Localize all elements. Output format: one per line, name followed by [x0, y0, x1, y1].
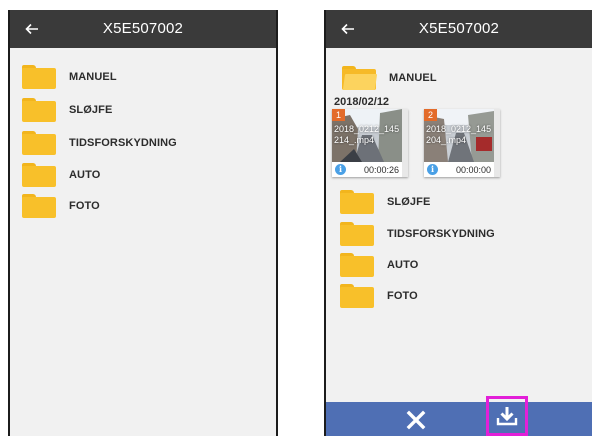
device-title: X5E507002: [418, 20, 500, 37]
download-button[interactable]: [486, 396, 528, 436]
folder-item-slojfe[interactable]: SLØJFE: [22, 97, 112, 123]
info-icon[interactable]: i: [335, 164, 346, 175]
right-screen: X5E507002 MANUEL 2018/02/12 1 2018_0212_…: [324, 10, 592, 436]
folder-label: AUTO: [387, 259, 419, 271]
folder-label: MANUEL: [389, 72, 437, 84]
folder-label: TIDSFORSKYDNING: [387, 228, 495, 240]
folder-icon: [22, 65, 56, 89]
folder-icon: [22, 163, 56, 187]
info-icon[interactable]: i: [427, 164, 438, 175]
close-icon: [406, 410, 426, 430]
folder-item-tidsforskydning[interactable]: TIDSFORSKYDNING: [22, 130, 177, 156]
bottom-action-bar: [326, 396, 592, 436]
folder-item-manuel[interactable]: MANUEL: [22, 64, 117, 90]
thumbnail-edge: [402, 109, 408, 177]
folder-icon: [22, 98, 56, 122]
folder-label: AUTO: [69, 169, 101, 181]
download-icon: [496, 407, 518, 426]
folder-item-auto[interactable]: AUTO: [22, 162, 100, 188]
folder-item-manuel-expanded[interactable]: MANUEL: [342, 65, 437, 91]
folder-icon: [22, 194, 56, 218]
folder-icon: [340, 284, 374, 308]
folder-label: FOTO: [387, 290, 418, 302]
video-filename: 2018_0212_145204_.mp4: [426, 124, 492, 145]
folder-label: MANUEL: [69, 71, 117, 83]
folder-item-auto[interactable]: AUTO: [340, 252, 418, 278]
folder-item-slojfe[interactable]: SLØJFE: [340, 189, 430, 215]
folder-open-icon: [342, 66, 378, 90]
close-button[interactable]: [404, 408, 428, 432]
folder-icon: [340, 222, 374, 246]
left-screen: X5E507002 MANUEL SLØJFE TIDSFORSKYDNING …: [8, 10, 278, 436]
top-app-bar: X5E507002: [326, 10, 592, 48]
device-title: X5E507002: [102, 20, 184, 37]
folder-label: FOTO: [69, 200, 100, 212]
folder-icon: [340, 253, 374, 277]
top-app-bar: X5E507002: [10, 10, 276, 48]
thumbnail-edge: [494, 109, 500, 177]
folder-item-foto[interactable]: FOTO: [22, 193, 100, 219]
video-duration: 00:00:00: [455, 165, 491, 175]
video-thumbnail[interactable]: 1 2018_0212_145214_.mp4 i 00:00:26: [332, 109, 408, 177]
folder-item-tidsforskydning[interactable]: TIDSFORSKYDNING: [340, 221, 495, 247]
folder-label: SLØJFE: [69, 104, 113, 116]
video-index-badge: 1: [332, 109, 345, 121]
video-date-header: 2018/02/12: [334, 96, 390, 108]
video-index-badge: 2: [424, 109, 437, 121]
folder-item-foto[interactable]: FOTO: [340, 283, 418, 309]
video-thumbnail[interactable]: 2 2018_0212_145204_.mp4 i 00:00:00: [424, 109, 500, 177]
folder-label: SLØJFE: [387, 196, 431, 208]
folder-icon: [22, 131, 56, 155]
folder-label: TIDSFORSKYDNING: [69, 137, 177, 149]
video-duration: 00:00:26: [363, 165, 399, 175]
video-filename: 2018_0212_145214_.mp4: [334, 124, 400, 145]
folder-icon: [340, 190, 374, 214]
